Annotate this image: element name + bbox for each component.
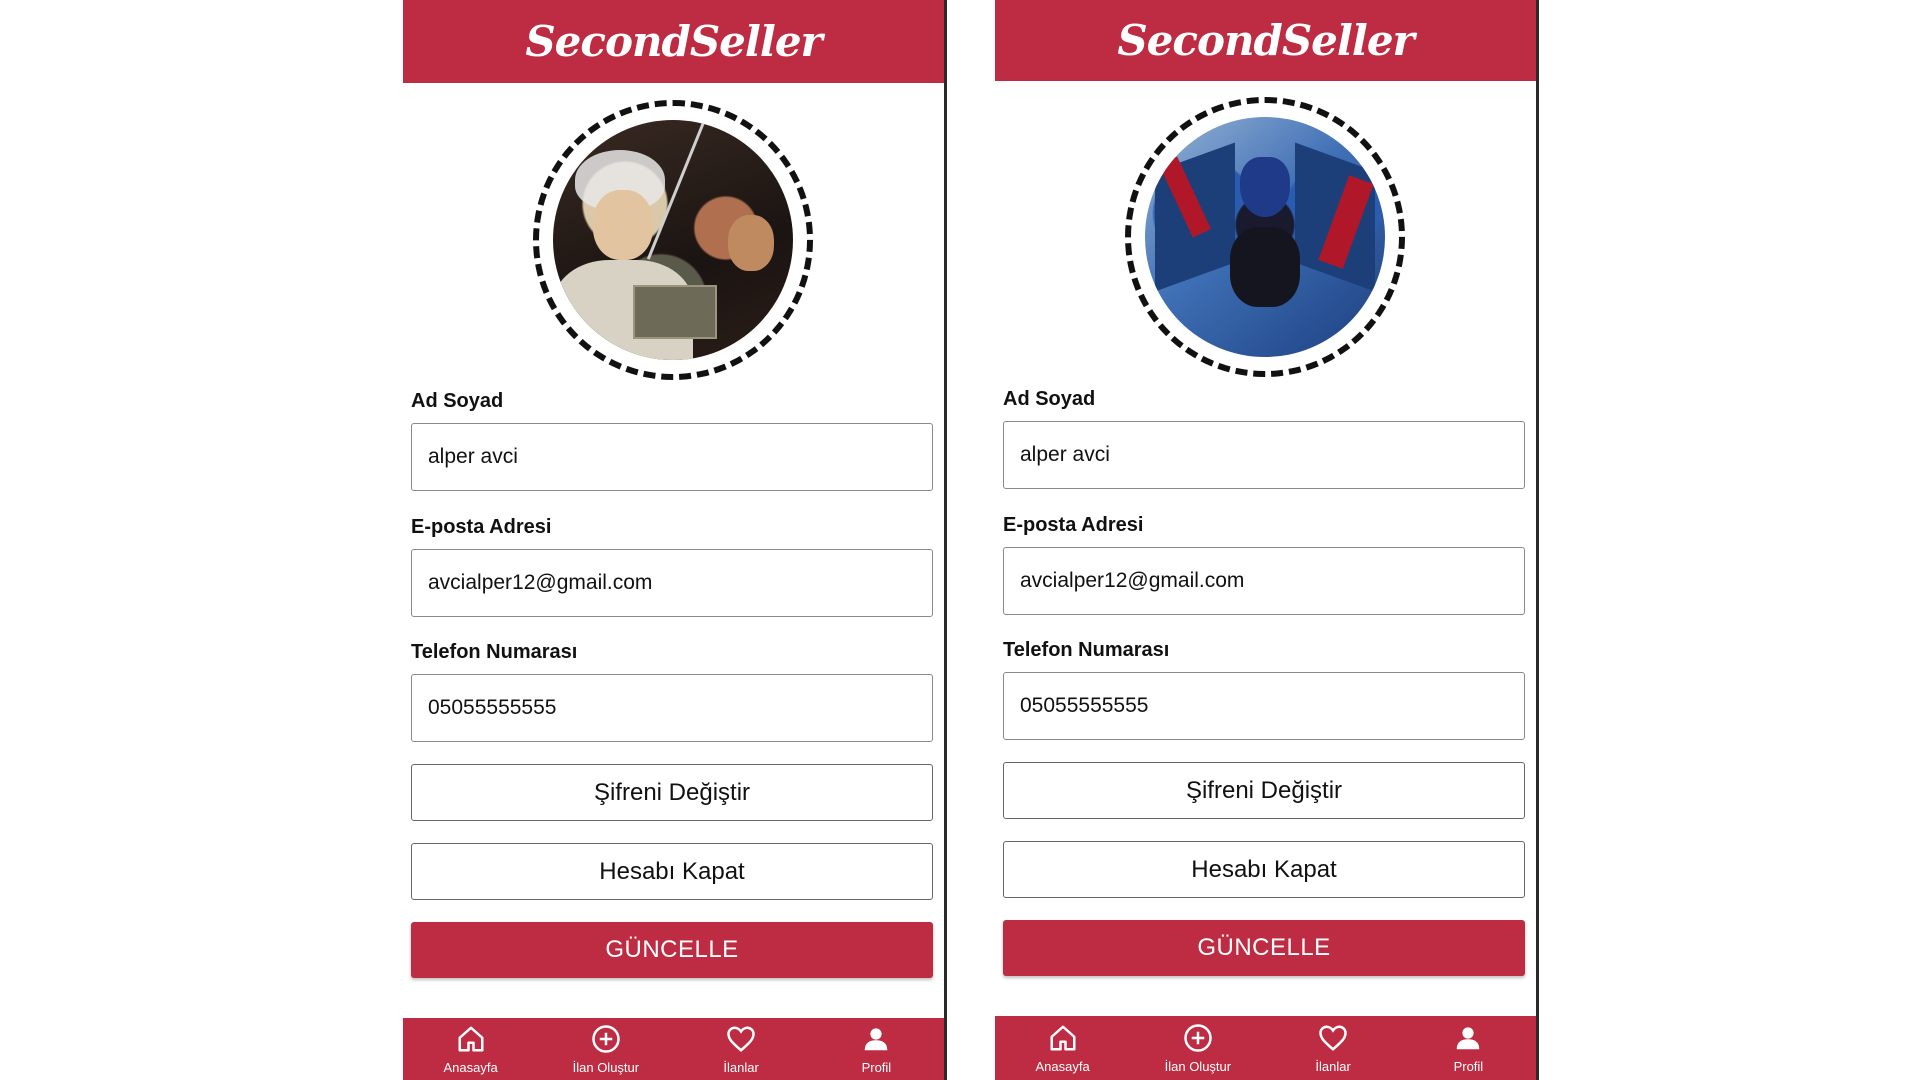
nav-home-label: Anasayfa bbox=[443, 1059, 498, 1075]
email-label: E-posta Adresi bbox=[411, 516, 552, 538]
update-button[interactable]: GÜNCELLE bbox=[1003, 920, 1525, 976]
close-account-button[interactable]: Hesabı Kapat bbox=[1003, 841, 1525, 898]
nav-profile[interactable]: Profil bbox=[1401, 1016, 1536, 1080]
nav-listings-label: İlanlar bbox=[1315, 1058, 1351, 1074]
plus-circle-icon bbox=[1184, 1023, 1212, 1052]
heart-icon bbox=[1319, 1024, 1347, 1051]
phone-label: Telefon Numarası bbox=[411, 641, 578, 663]
email-field[interactable]: avcialper12@gmail.com bbox=[1003, 547, 1525, 615]
update-button[interactable]: GÜNCELLE bbox=[411, 922, 933, 978]
nav-listings[interactable]: İlanlar bbox=[1266, 1016, 1401, 1080]
profile-avatar-frame[interactable] bbox=[533, 100, 813, 380]
nav-home[interactable]: Anasayfa bbox=[403, 1018, 538, 1080]
nav-create-label: İlan Oluştur bbox=[1164, 1058, 1232, 1074]
person-icon bbox=[1457, 1026, 1480, 1049]
profile-avatar[interactable] bbox=[1145, 117, 1385, 357]
name-field[interactable]: alper avci bbox=[1003, 421, 1525, 489]
app-header: SecondSeller bbox=[403, 0, 944, 83]
heart-icon bbox=[727, 1025, 755, 1052]
change-password-button[interactable]: Şifreni Değiştir bbox=[411, 764, 933, 821]
app-header: SecondSeller bbox=[995, 0, 1536, 81]
phone-screen-left: SecondSeller Ad Soyad alper avci E-posta… bbox=[403, 0, 947, 1080]
nav-home[interactable]: Anasayfa bbox=[995, 1016, 1130, 1080]
email-field[interactable]: avcialper12@gmail.com bbox=[411, 549, 933, 617]
close-account-button[interactable]: Hesabı Kapat bbox=[411, 843, 933, 900]
nav-profile-label: Profil bbox=[1453, 1058, 1484, 1074]
nav-listings-label: İlanlar bbox=[723, 1059, 759, 1075]
home-icon bbox=[458, 1026, 484, 1051]
person-icon bbox=[865, 1027, 888, 1050]
app-logo: SecondSeller bbox=[1117, 16, 1414, 65]
phone-field[interactable]: 05055555555 bbox=[411, 674, 933, 742]
name-field[interactable]: alper avci bbox=[411, 423, 933, 491]
nav-profile[interactable]: Profil bbox=[809, 1018, 944, 1080]
bottom-nav: Anasayfa İlan Oluştur İlanlar Profil bbox=[995, 1016, 1536, 1080]
profile-avatar[interactable] bbox=[553, 120, 793, 360]
nav-create[interactable]: İlan Oluştur bbox=[538, 1018, 673, 1080]
name-label: Ad Soyad bbox=[1003, 388, 1096, 410]
plus-circle-icon bbox=[592, 1024, 620, 1053]
nav-create[interactable]: İlan Oluştur bbox=[1130, 1016, 1265, 1080]
phone-label: Telefon Numarası bbox=[1003, 639, 1170, 661]
nav-create-label: İlan Oluştur bbox=[572, 1059, 640, 1075]
app-logo: SecondSeller bbox=[525, 17, 822, 66]
home-icon bbox=[1050, 1025, 1076, 1050]
phone-screen-right: SecondSeller Ad Soyad alper avci E-posta… bbox=[995, 0, 1539, 1080]
change-password-button[interactable]: Şifreni Değiştir bbox=[1003, 762, 1525, 819]
name-label: Ad Soyad bbox=[411, 390, 504, 412]
nav-listings[interactable]: İlanlar bbox=[674, 1018, 809, 1080]
nav-home-label: Anasayfa bbox=[1035, 1058, 1090, 1074]
email-label: E-posta Adresi bbox=[1003, 514, 1144, 536]
bottom-nav: Anasayfa İlan Oluştur İlanlar Profil bbox=[403, 1018, 944, 1080]
profile-avatar-frame[interactable] bbox=[1125, 97, 1405, 377]
phone-field[interactable]: 05055555555 bbox=[1003, 672, 1525, 740]
nav-profile-label: Profil bbox=[861, 1059, 892, 1075]
